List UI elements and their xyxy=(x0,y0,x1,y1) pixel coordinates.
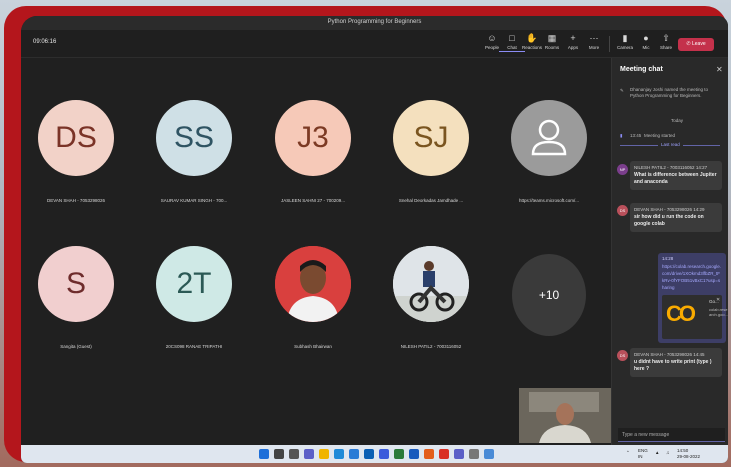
message-time: 14:29 xyxy=(693,207,705,212)
teams-meeting-window: Python Programming for Beginners 09:06:1… xyxy=(21,16,728,463)
last-read-label: Last read xyxy=(658,142,683,147)
share-icon: ⇧ xyxy=(662,33,670,43)
participant-photo xyxy=(275,246,351,322)
participant-tile[interactable]: J3 JASLEEN SAHNI 27 - 700209... xyxy=(258,100,368,203)
participant-photo xyxy=(393,246,469,322)
participant-tile[interactable]: SS SAURAV KUMAR SINGH - 700... xyxy=(139,100,249,203)
participant-name: NILESH PATIL2 - 7003116052 xyxy=(400,344,462,349)
day-separator: Today xyxy=(670,118,683,123)
avatar: DS xyxy=(617,350,628,361)
message-text: What is difference between Jupiter and a… xyxy=(634,171,717,186)
toolbar-divider xyxy=(609,36,610,52)
avatar: DS xyxy=(617,205,628,216)
excel-icon[interactable] xyxy=(394,449,404,459)
app-icon[interactable] xyxy=(379,449,389,459)
share-button[interactable]: ⇧ Share xyxy=(653,33,679,55)
start-icon[interactable] xyxy=(259,449,269,459)
participant-tile[interactable]: https://teams.microsoft.com/... xyxy=(494,100,604,203)
mail-icon[interactable] xyxy=(364,449,374,459)
message-author: DEVAN SHAH - 7053298026 xyxy=(634,352,692,357)
file-explorer-icon[interactable] xyxy=(319,449,329,459)
windows-taskbar: ⌃ ENG IN ▲ ♫ 14:50 29-08-2022 xyxy=(21,445,728,463)
share-label: Share xyxy=(659,45,672,50)
meeting-timer: 09:06:16 xyxy=(33,39,57,45)
participant-name: Subhash Bhairwan xyxy=(294,344,332,349)
avatar: NP xyxy=(617,164,628,175)
colab-logo: CO xyxy=(666,301,696,326)
leave-label: Leave xyxy=(691,41,706,47)
app-icon[interactable] xyxy=(469,449,479,459)
clock[interactable]: 14:50 29-08-2022 xyxy=(677,448,700,460)
close-icon[interactable]: ✕ xyxy=(716,65,723,74)
leave-button[interactable]: ✆ Leave xyxy=(678,38,714,51)
chevron-up-icon[interactable]: ⌃ xyxy=(626,450,630,456)
more-label: More xyxy=(588,45,600,50)
participant-name: https://teams.microsoft.com/... xyxy=(518,198,580,203)
app-icon[interactable] xyxy=(484,449,494,459)
participant-name: 20CS098 RANAE TRIPATHI xyxy=(165,344,223,349)
teams-chat-icon[interactable] xyxy=(304,449,314,459)
participant-name: SAURAV KUMAR SINGH - 700... xyxy=(160,198,228,203)
region-label: IN xyxy=(638,454,643,459)
message-text: sir how did u run the code on google col… xyxy=(634,213,704,228)
system-message: Dhananjay Joshi named the meeting to Pyt… xyxy=(630,87,709,98)
store-icon[interactable] xyxy=(349,449,359,459)
participant-name: DEVAN SHAH - 7053298026 xyxy=(47,198,105,203)
more-button[interactable]: ⋯ More xyxy=(581,33,607,55)
participant-tile[interactable]: S Sangita (Guest) xyxy=(21,246,131,349)
chat-message: NILESH PATIL2 - 7003116052 14:27 What is… xyxy=(630,161,722,190)
avatar: 2T xyxy=(156,246,232,322)
firefox-icon[interactable] xyxy=(424,449,434,459)
avatar: J3 xyxy=(275,100,351,176)
chat-message: DEVAN SHAH - 7053298026 14:45 u didnt ha… xyxy=(630,348,722,377)
message-time: 14:28 xyxy=(662,256,674,261)
default-avatar-icon xyxy=(511,100,587,176)
message-author: NILESH PATIL2 - 7003116052 xyxy=(634,165,695,170)
meeting-started-text: Meeting started xyxy=(644,133,676,138)
more-participants-button[interactable]: +10 xyxy=(512,254,586,336)
chat-title: Meeting chat xyxy=(620,66,663,73)
close-icon[interactable]: ✕ xyxy=(716,297,720,303)
message-author: DEVAN SHAH - 7053298026 xyxy=(634,207,692,212)
chrome-icon[interactable] xyxy=(439,449,449,459)
word-icon[interactable] xyxy=(409,449,419,459)
participant-tile[interactable]: 2T 20CS098 RANAE TRIPATHI xyxy=(139,246,249,349)
participant-name: Snehal Deorkadas Jamdhade ... xyxy=(398,198,464,203)
self-video-preview xyxy=(519,388,611,443)
meeting-toolbar: 09:06:16 ☺ People □ Chat ✋ Reactions ▦ R… xyxy=(21,30,728,58)
participant-tile[interactable]: DS DEVAN SHAH - 7053298026 xyxy=(21,100,131,203)
meeting-started-icon: ▮ xyxy=(620,133,623,138)
more-icon: ⋯ xyxy=(589,33,599,43)
speaker-icon[interactable]: ♫ xyxy=(666,450,669,456)
pencil-icon: ✎ xyxy=(620,88,624,93)
search-icon[interactable] xyxy=(274,449,284,459)
chat-message: DEVAN SHAH - 7053298026 14:29 sir how di… xyxy=(630,203,722,232)
my-chat-message: 14:28 https://colab.research.google.com/… xyxy=(658,253,728,343)
meeting-started-time: 13:45 xyxy=(630,133,642,138)
task-view-icon[interactable] xyxy=(289,449,299,459)
teams-icon[interactable] xyxy=(454,449,464,459)
meeting-chat-panel: Meeting chat ✕ ✎ Dhananjay Joshi named t… xyxy=(611,58,728,463)
avatar: SJ xyxy=(393,100,469,176)
colab-link[interactable]: https://colab.research.google.com/drive/… xyxy=(662,263,722,291)
participant-tile[interactable]: Subhash Bhairwan xyxy=(258,246,368,349)
message-time: 14:45 xyxy=(693,352,705,357)
message-text: u didnt have to write print (type ) here… xyxy=(634,358,712,373)
card-subtitle: colab.rese arch.goo... xyxy=(709,307,728,317)
language-indicator[interactable]: ENG IN xyxy=(638,448,648,460)
message-time: 14:27 xyxy=(695,165,708,170)
participant-name: Sangita (Guest) xyxy=(60,344,92,349)
wifi-icon[interactable]: ▲ xyxy=(655,450,659,456)
participant-tile[interactable]: SJ Snehal Deorkadas Jamdhade ... xyxy=(376,100,486,203)
avatar: SS xyxy=(156,100,232,176)
participant-name: JASLEEN SAHNI 27 - 700209... xyxy=(280,198,346,203)
link-preview-card[interactable]: CO Go... ✕ colab.rese arch.goo... xyxy=(662,295,728,339)
clock-date: 29-08-2022 xyxy=(677,454,701,459)
message-input[interactable]: Type a new message xyxy=(618,428,725,442)
edge-icon[interactable] xyxy=(334,449,344,459)
avatar: DS xyxy=(38,100,114,176)
participant-tile[interactable]: NILESH PATIL2 - 7003116052 xyxy=(376,246,486,349)
avatar: S xyxy=(38,246,114,322)
window-title: Python Programming for Beginners xyxy=(21,16,728,30)
